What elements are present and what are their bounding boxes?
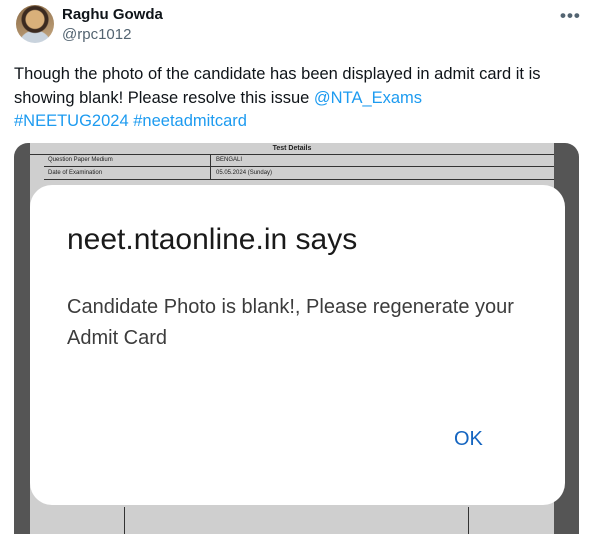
- hashtag-link[interactable]: #neetadmitcard: [133, 112, 247, 130]
- row-label: Date of Examination: [48, 170, 103, 176]
- tweet-text: Though the photo of the candidate has be…: [14, 63, 579, 134]
- tweet-image[interactable]: Test Details Question Paper Medium BENGA…: [14, 143, 579, 534]
- hashtag-link[interactable]: #NEETUG2024: [14, 112, 129, 130]
- dialog-message: Candidate Photo is blank!, Please regene…: [67, 296, 514, 349]
- row-value: BENGALI: [216, 157, 243, 163]
- dialog-title: neet.ntaonline.in says: [67, 223, 358, 256]
- table-divider: [124, 507, 125, 534]
- author-name[interactable]: Raghu Gowda: [62, 6, 163, 23]
- avatar[interactable]: [16, 5, 54, 43]
- author-handle[interactable]: @rpc1012: [62, 26, 131, 43]
- tweet-body: Though the photo of the candidate has be…: [14, 65, 541, 107]
- document-row: Question Paper Medium BENGALI: [44, 154, 554, 167]
- mention-link[interactable]: @NTA_Exams: [314, 89, 422, 107]
- row-value: 05.05.2024 (Sunday): [216, 170, 273, 176]
- alert-dialog: neet.ntaonline.in says Candidate Photo i…: [30, 185, 565, 505]
- row-label: Question Paper Medium: [48, 157, 113, 163]
- ok-button[interactable]: OK: [454, 428, 483, 451]
- document-row: Date of Examination 05.05.2024 (Sunday): [44, 167, 554, 180]
- more-options-icon[interactable]: •••: [560, 6, 581, 26]
- table-divider: [468, 507, 469, 534]
